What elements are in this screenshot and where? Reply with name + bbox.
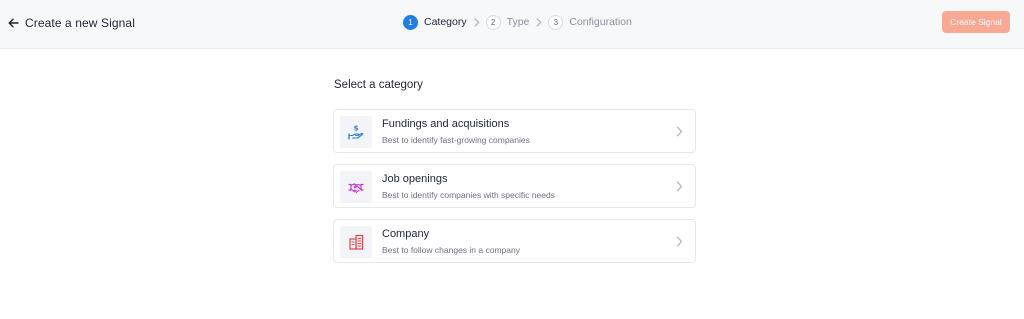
chevron-right-icon [474, 17, 480, 27]
category-icon-box: $ [340, 116, 372, 148]
top-bar: Create a new Signal 1 Category 2 Type 3 … [0, 0, 1024, 49]
chevron-right-icon [536, 17, 542, 27]
arrow-left-icon [8, 18, 19, 28]
category-icon-box [340, 226, 372, 258]
card-title: Company [382, 228, 430, 240]
create-signal-button[interactable]: Create Signal [942, 11, 1010, 33]
step-number: 2 [485, 14, 501, 30]
step-configuration[interactable]: 3 Configuration [548, 14, 632, 30]
section-title: Select a category [334, 79, 423, 91]
category-card-fundings[interactable]: $ Fundings and acquisitions Best to iden… [333, 109, 696, 153]
step-number: 3 [548, 14, 564, 30]
step-number: 1 [403, 14, 418, 30]
card-description: Best to identify fast-growing companies [382, 135, 530, 145]
step-label: Category [424, 16, 467, 28]
card-title: Fundings and acquisitions [382, 118, 510, 130]
step-label: Configuration [569, 16, 632, 28]
page-title: Create a new Signal [25, 16, 135, 30]
step-type[interactable]: 2 Type [485, 14, 530, 30]
chevron-right-icon [676, 126, 683, 137]
category-icon-box [340, 171, 372, 203]
step-label: Type [506, 16, 530, 28]
card-title: Job openings [382, 173, 448, 185]
chevron-right-icon [676, 236, 683, 247]
category-card-company[interactable]: Company Best to follow changes in a comp… [333, 219, 696, 263]
chevron-right-icon [676, 181, 683, 192]
category-card-job-openings[interactable]: Job openings Best to identify companies … [333, 164, 696, 208]
card-description: Best to follow changes in a company [382, 245, 520, 255]
handshake-icon [348, 183, 364, 193]
back-button[interactable]: Create a new Signal [8, 13, 135, 33]
money-hand-icon: $ [348, 125, 364, 140]
svg-text:$: $ [354, 125, 359, 133]
buildings-icon [349, 234, 364, 250]
stepper: 1 Category 2 Type 3 Configuration [403, 13, 632, 31]
card-description: Best to identify companies with specific… [382, 190, 555, 200]
step-category[interactable]: 1 Category [403, 14, 467, 30]
